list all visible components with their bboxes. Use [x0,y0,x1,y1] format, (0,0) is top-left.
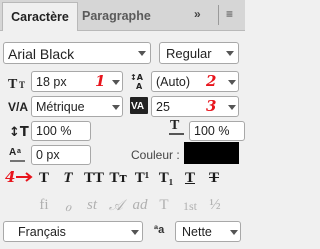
svg-text:T: T [19,80,25,90]
swash-button[interactable]: st [82,197,102,214]
chevron-down-icon[interactable] [138,51,146,56]
color-label: Couleur : [131,148,180,162]
kerning-value: Métrique [36,100,85,114]
anti-alias-field[interactable]: Nette [175,221,241,242]
leading-field[interactable]: (Auto) 2 [151,71,239,92]
language-field[interactable]: Français [3,221,143,242]
superscript-button[interactable]: T¹ [132,170,152,187]
svg-text:↕A: ↕A [130,73,144,82]
baseline-shift-value: 0 px [36,148,60,162]
chevron-down-icon[interactable] [228,105,236,110]
ordinals-button[interactable]: T [154,197,174,214]
font-size-icon: TT [8,73,30,94]
fractions-button[interactable]: ½ [205,197,225,214]
tracking-field[interactable]: 25 3 [151,96,239,117]
svg-text:A: A [136,82,143,91]
stylistic-alternates-button[interactable]: 𝒜 [106,197,126,215]
vertical-scale-icon: ↕T [9,121,29,142]
chevron-down-icon[interactable] [131,230,139,235]
panel-tab-bar: Caractère Paragraphe » ≡ [0,0,245,31]
font-style-field[interactable]: Regular [159,42,239,64]
annotation-1: 1 [95,72,106,90]
svg-text:a: a [17,148,21,155]
chevron-down-icon[interactable] [112,105,120,110]
svg-text:T: T [8,77,18,91]
leading-icon: ↕A A [130,71,150,94]
horizontal-scale-icon: T [168,117,186,140]
red-arrow-icon [15,170,35,187]
kerning-icon: V/A [8,98,30,117]
annotation-4: 4 [5,168,16,186]
leading-value: (Auto) [156,75,191,89]
anti-alias-icon: ªa [154,224,165,236]
tab-paragraphe[interactable]: Paragraphe [82,2,151,30]
svg-text:T: T [170,118,180,133]
tab-caractere[interactable]: Caractère [2,2,78,31]
language-value: Français [18,225,66,239]
font-size-field[interactable]: 18 px 1 [31,71,123,92]
baseline-shift-icon: Aa [9,145,29,168]
tracking-icon: VA [130,97,148,114]
all-caps-button[interactable]: TT [82,170,106,187]
svg-text:V/A: V/A [8,100,28,114]
chevron-down-icon[interactable] [226,51,234,56]
font-family-value: Arial Black [8,46,75,62]
color-swatch[interactable] [184,142,239,164]
chevron-down-icon[interactable] [228,80,236,85]
svg-text:A: A [9,147,16,158]
underline-button[interactable]: T [180,170,200,187]
ordinal-st-button[interactable]: 1st [178,199,202,214]
vertical-scale-field[interactable]: 100 % [31,121,91,141]
kerning-field[interactable]: Métrique [31,96,123,117]
anti-alias-value: Nette [182,225,212,239]
small-caps-button[interactable]: Tт [108,170,128,187]
chevron-down-icon[interactable] [230,230,238,235]
font-size-value: 18 px [36,75,67,89]
vertical-scale-value: 100 % [36,124,72,138]
titling-alternates-button[interactable]: ad [130,197,150,214]
baseline-shift-field[interactable]: 0 px [31,145,91,165]
discretionary-ligatures-button[interactable]: ℴ [58,197,78,216]
annotation-2: 2 [206,72,217,90]
faux-bold-button[interactable]: T [34,170,54,187]
ligatures-button[interactable]: fi [34,197,54,214]
faux-italic-button[interactable]: T [58,170,78,187]
chevron-down-icon[interactable] [112,80,120,85]
strikethrough-button[interactable]: T [204,170,224,187]
font-style-value: Regular [166,46,212,61]
tabbar-divider [218,5,219,25]
tracking-value: 25 [156,100,170,114]
font-family-field[interactable]: Arial Black [3,42,151,64]
expand-panel-icon[interactable]: » [194,7,201,21]
annotation-3: 3 [206,97,217,115]
horizontal-scale-value: 100 % [194,124,230,138]
subscript-button[interactable]: T₁ [156,170,176,187]
horizontal-scale-field[interactable]: 100 % [189,121,245,141]
svg-text:VA: VA [131,101,144,112]
panel-menu-icon[interactable]: ≡ [226,7,233,21]
svg-text:↕T: ↕T [9,125,29,139]
